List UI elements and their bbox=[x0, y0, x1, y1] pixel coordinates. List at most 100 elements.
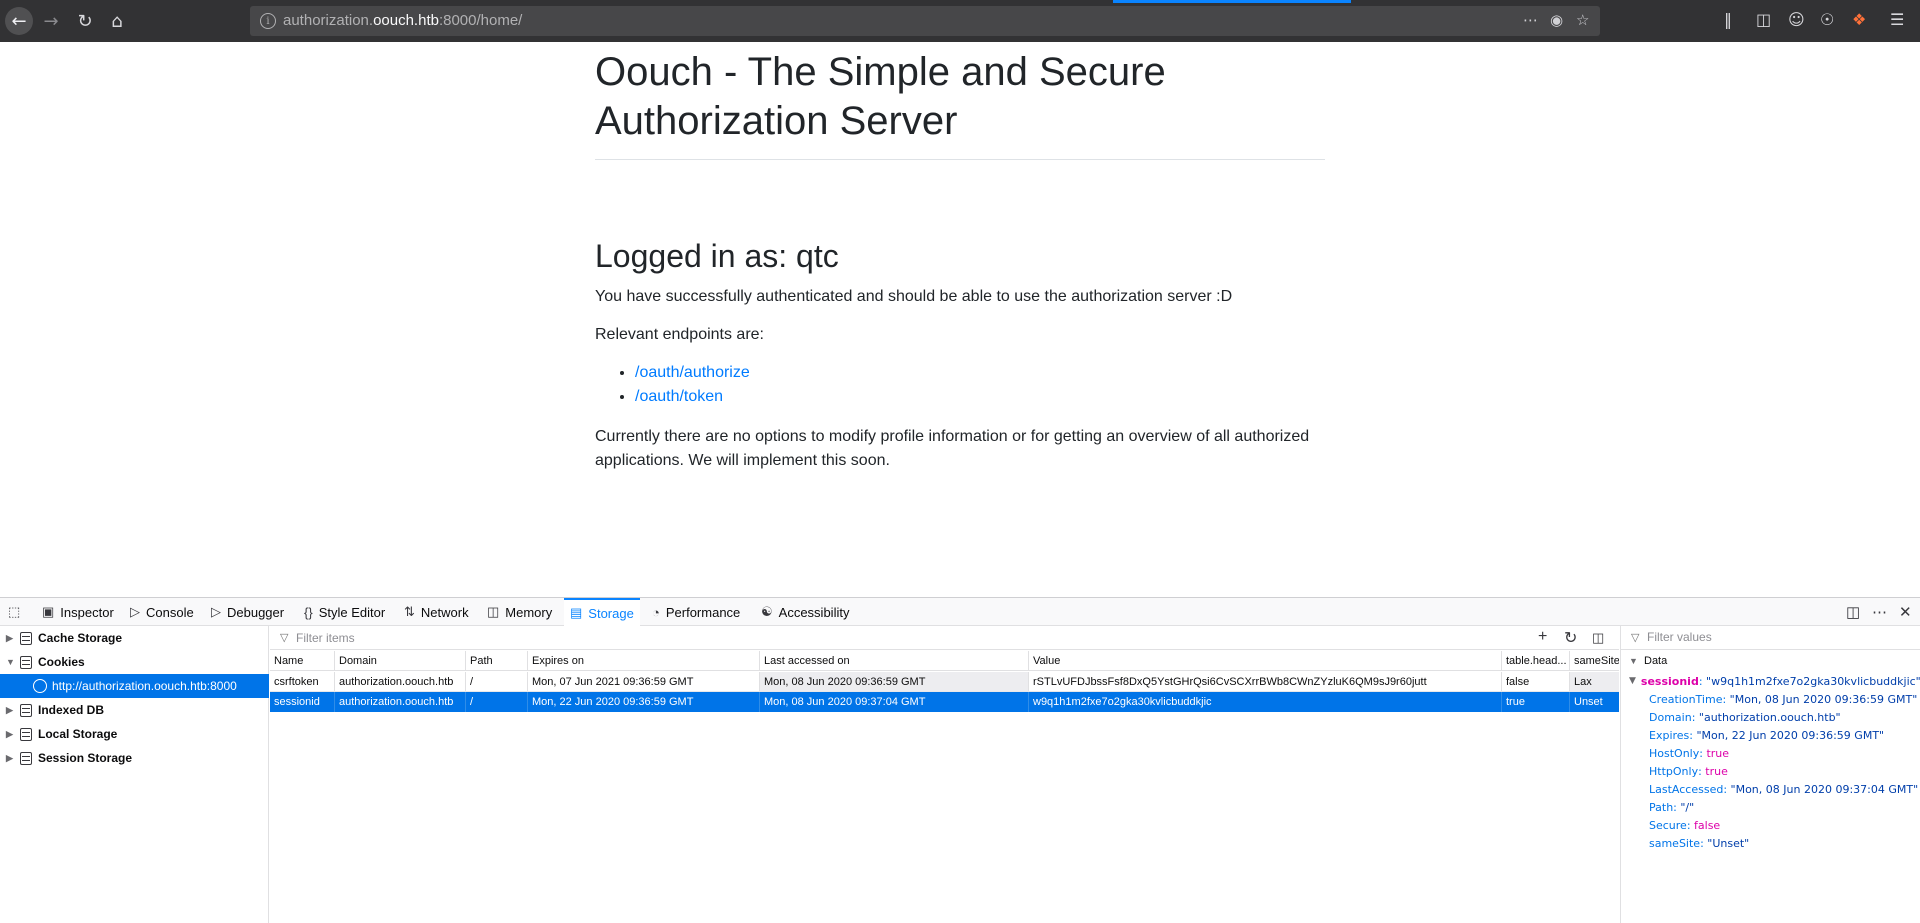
tab-label: Inspector bbox=[60, 604, 114, 620]
url-bar[interactable]: i authorization.oouch.htb:8000/home/ ⋯ ◉… bbox=[250, 6, 1600, 36]
tab-label: Console bbox=[146, 604, 194, 620]
element-picker-button[interactable]: ⬚ bbox=[2, 598, 26, 626]
column-header[interactable]: Path bbox=[466, 651, 528, 670]
data-key: sessionid bbox=[1640, 674, 1699, 688]
data-property[interactable]: Expires: "Mon, 22 Jun 2020 09:36:59 GMT" bbox=[1649, 726, 1884, 744]
sidebar-icon[interactable]: ◫ bbox=[1756, 10, 1771, 29]
tab-performance[interactable]: ◔ Performance bbox=[646, 598, 746, 626]
tab-network[interactable]: ⇅ Network bbox=[398, 598, 475, 626]
page-actions-icon[interactable]: ⋯ bbox=[1523, 11, 1538, 29]
table-row[interactable]: csrftoken authorization.oouch.htb / Mon,… bbox=[270, 672, 1619, 692]
data-sidebar: ▽ ▼ Data ▼ sessionid: "w9q1h1m2fxe7o2gka… bbox=[1620, 626, 1920, 923]
tree-item-cookie-origin[interactable]: http://authorization.oouch.htb:8000 bbox=[0, 674, 269, 698]
url-text[interactable]: authorization.oouch.htb:8000/home/ bbox=[283, 12, 522, 29]
authorize-link[interactable]: /oauth/authorize bbox=[635, 364, 750, 381]
forward-button[interactable]: → bbox=[37, 7, 65, 35]
token-link[interactable]: /oauth/token bbox=[635, 388, 723, 405]
reload-button[interactable]: ↻ bbox=[71, 7, 99, 35]
column-header[interactable]: Name bbox=[270, 651, 335, 670]
site-info-icon[interactable]: i bbox=[260, 13, 276, 29]
data-property[interactable]: LastAccessed: "Mon, 08 Jun 2020 09:37:04… bbox=[1649, 780, 1918, 798]
refresh-icon[interactable]: ↻ bbox=[1564, 628, 1577, 648]
data-value: "/" bbox=[1680, 800, 1695, 814]
column-header[interactable]: Expires on bbox=[528, 651, 760, 670]
chevron-down-icon[interactable]: ▼ bbox=[1629, 676, 1636, 686]
tab-storage[interactable]: ▤ Storage bbox=[564, 598, 640, 626]
debugger-icon: ▷ bbox=[211, 604, 221, 619]
filter-items-input[interactable] bbox=[296, 630, 1196, 646]
data-value: true bbox=[1706, 746, 1730, 760]
filter-values-input[interactable] bbox=[1647, 630, 1907, 644]
tree-item-session-storage[interactable]: ▶ Session Storage bbox=[0, 746, 269, 770]
menu-icon[interactable]: ☰ bbox=[1890, 10, 1904, 29]
tree-item-indexed-db[interactable]: ▶ Indexed DB bbox=[0, 698, 269, 722]
active-tab-indicator bbox=[1113, 0, 1351, 3]
tab-console[interactable]: ▷ Console bbox=[124, 598, 200, 626]
close-icon[interactable]: ✕ bbox=[1899, 603, 1912, 621]
picker-icon: ⬚ bbox=[8, 604, 21, 619]
chevron-right-icon[interactable]: ▶ bbox=[6, 705, 13, 716]
data-property[interactable]: CreationTime: "Mon, 08 Jun 2020 09:36:59… bbox=[1649, 690, 1917, 708]
data-property[interactable]: Secure: false bbox=[1649, 816, 1720, 834]
chevron-right-icon[interactable]: ▶ bbox=[6, 729, 13, 740]
filter-bar: ▽ + ↻ ◫ bbox=[270, 626, 1619, 650]
data-key: Path bbox=[1649, 800, 1674, 814]
home-icon: ⌂ bbox=[111, 10, 123, 32]
tab-label: Storage bbox=[588, 605, 634, 621]
data-property[interactable]: Path: "/" bbox=[1649, 798, 1694, 816]
database-icon bbox=[20, 751, 32, 765]
table-cell: Mon, 07 Jun 2021 09:36:59 GMT bbox=[528, 672, 760, 691]
column-header[interactable]: table.head... bbox=[1502, 651, 1570, 670]
tab-memory[interactable]: ◫ Memory bbox=[481, 598, 558, 626]
data-property[interactable]: Domain: "authorization.oouch.htb" bbox=[1649, 708, 1841, 726]
globe-icon bbox=[33, 679, 47, 693]
bookmark-star-icon[interactable]: ☆ bbox=[1576, 11, 1589, 29]
database-icon bbox=[20, 631, 32, 645]
library-icon[interactable]: ‖ bbox=[1724, 10, 1732, 29]
table-cell: w9q1h1m2fxe7o2gka30kvlicbuddkjic bbox=[1029, 692, 1502, 712]
more-options-icon[interactable]: ⋯ bbox=[1872, 603, 1887, 621]
table-row-selected[interactable]: sessionid authorization.oouch.htb / Mon,… bbox=[270, 692, 1619, 712]
data-property[interactable]: HostOnly: true bbox=[1649, 744, 1729, 762]
back-button[interactable]: ← bbox=[5, 7, 33, 35]
tree-item-local-storage[interactable]: ▶ Local Storage bbox=[0, 722, 269, 746]
data-root-line[interactable]: ▼ sessionid: "w9q1h1m2fxe7o2gka30kvlicbu… bbox=[1629, 672, 1920, 690]
data-property[interactable]: HttpOnly: true bbox=[1649, 762, 1728, 780]
data-key: HostOnly bbox=[1649, 746, 1700, 760]
pocket-icon[interactable]: ◉ bbox=[1550, 11, 1563, 29]
column-header[interactable]: Domain bbox=[335, 651, 466, 670]
storage-tree: ▶ Cache Storage ▼ Cookies http://authoriza… bbox=[0, 626, 269, 923]
account-icon[interactable]: ☺ bbox=[1788, 10, 1805, 29]
column-header[interactable]: Last accessed on bbox=[760, 651, 1029, 670]
data-property[interactable]: sameSite: "Unset" bbox=[1649, 834, 1749, 852]
chevron-right-icon[interactable]: ▶ bbox=[6, 753, 13, 764]
tab-label: Performance bbox=[665, 604, 741, 620]
tab-accessibility[interactable]: ☯ Accessibility bbox=[755, 598, 855, 626]
storage-icon: ▤ bbox=[570, 605, 583, 620]
extension-icon[interactable]: ☉ bbox=[1820, 10, 1834, 29]
table-cell: Mon, 22 Jun 2020 09:36:59 GMT bbox=[528, 692, 760, 712]
column-header[interactable]: Value bbox=[1029, 651, 1502, 670]
cookie-table: ▽ + ↻ ◫ Name Domain Path Expires on Last… bbox=[270, 626, 1619, 923]
data-section-header[interactable]: ▼ Data bbox=[1621, 651, 1920, 671]
dock-icon[interactable]: ◫ bbox=[1846, 603, 1860, 621]
data-value: "Mon, 22 Jun 2020 09:36:59 GMT" bbox=[1696, 728, 1885, 742]
data-value: "Mon, 08 Jun 2020 09:37:04 GMT" bbox=[1730, 782, 1919, 796]
tab-label: Debugger bbox=[227, 604, 285, 620]
foxyproxy-icon[interactable]: ❖ bbox=[1852, 10, 1866, 29]
chevron-down-icon[interactable]: ▼ bbox=[6, 657, 15, 667]
tab-debugger[interactable]: ▷ Debugger bbox=[205, 598, 290, 626]
add-item-icon[interactable]: + bbox=[1538, 628, 1547, 646]
chevron-right-icon[interactable]: ▶ bbox=[6, 633, 13, 644]
column-header[interactable]: sameSite bbox=[1570, 651, 1619, 670]
home-button[interactable]: ⌂ bbox=[103, 7, 131, 35]
tree-item-cookies[interactable]: ▼ Cookies bbox=[0, 650, 269, 674]
tab-style-editor[interactable]: {} Style Editor bbox=[298, 598, 391, 626]
data-key: Expires bbox=[1649, 728, 1690, 742]
tree-item-cache-storage[interactable]: ▶ Cache Storage bbox=[0, 626, 269, 650]
chevron-down-icon[interactable]: ▼ bbox=[1629, 656, 1638, 666]
closing-text: Currently there are no options to modify… bbox=[595, 428, 1310, 469]
tab-inspector[interactable]: ▣ Inspector bbox=[36, 598, 120, 626]
toggle-sidebar-icon[interactable]: ◫ bbox=[1592, 630, 1604, 646]
table-cell: false bbox=[1502, 672, 1570, 691]
